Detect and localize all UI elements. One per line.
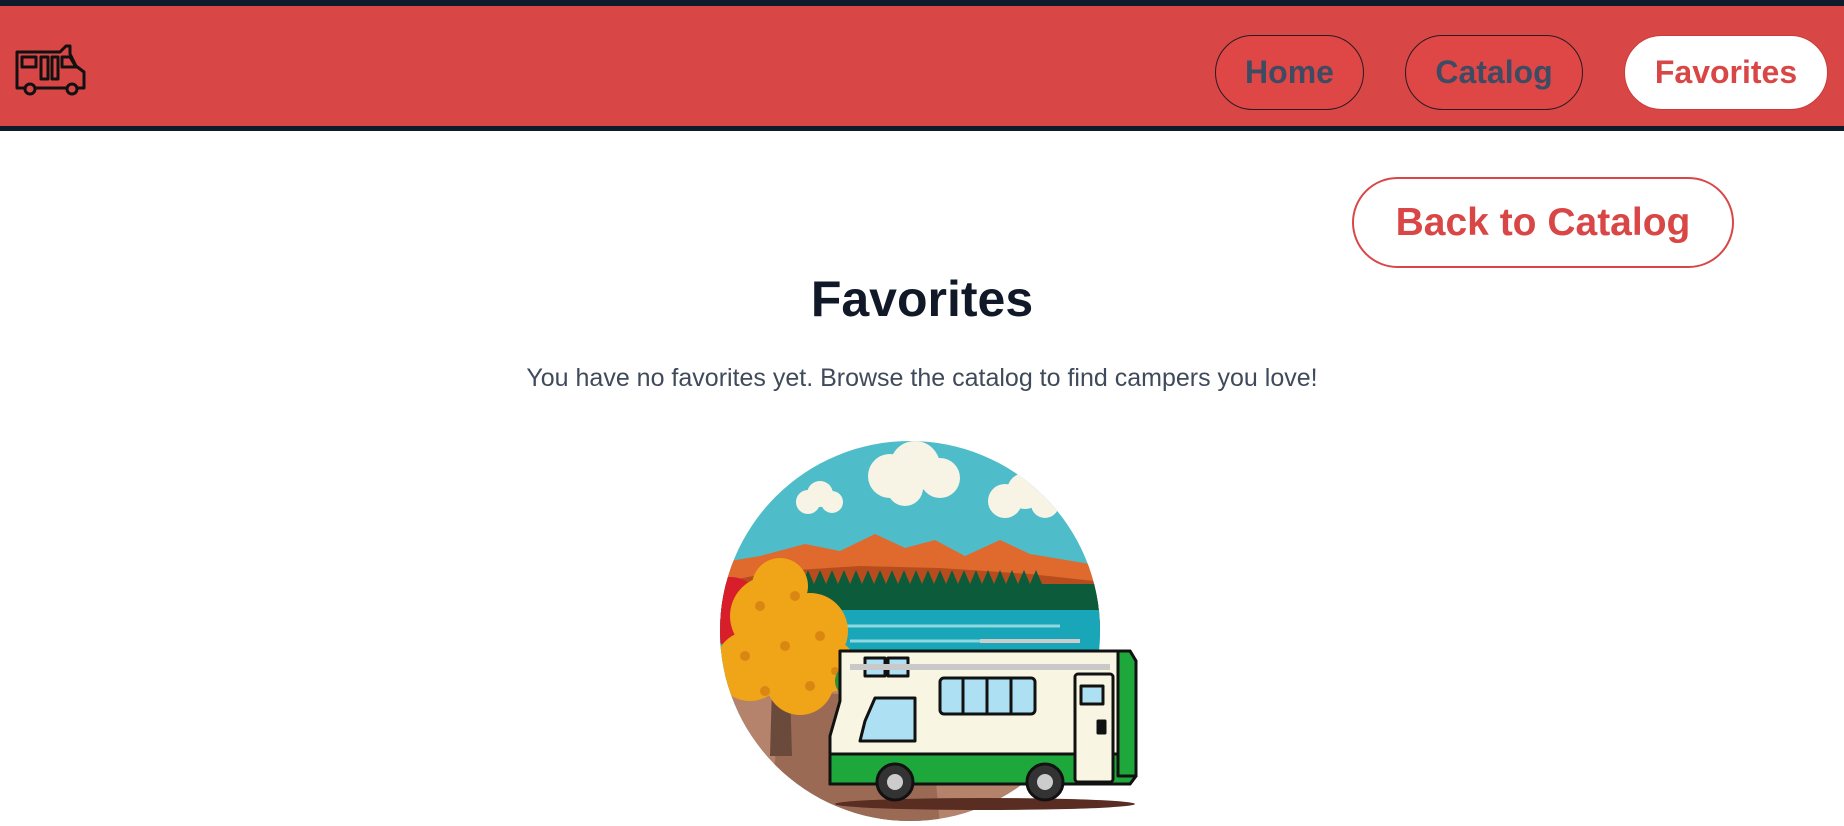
empty-state-message: You have no favorites yet. Browse the ca… <box>526 364 1318 392</box>
back-to-catalog-button[interactable]: Back to Catalog <box>1352 177 1734 268</box>
nav-favorites-button[interactable]: Favorites <box>1624 35 1828 110</box>
page-title: Favorites <box>810 271 1034 327</box>
top-navigation-bar: Home Catalog Favorites <box>0 0 1844 131</box>
nav-home-button[interactable]: Home <box>1215 35 1364 110</box>
camper-landscape-illustration <box>720 441 1138 821</box>
camper-van-icon[interactable] <box>14 42 88 98</box>
nav-catalog-button[interactable]: Catalog <box>1405 35 1583 110</box>
